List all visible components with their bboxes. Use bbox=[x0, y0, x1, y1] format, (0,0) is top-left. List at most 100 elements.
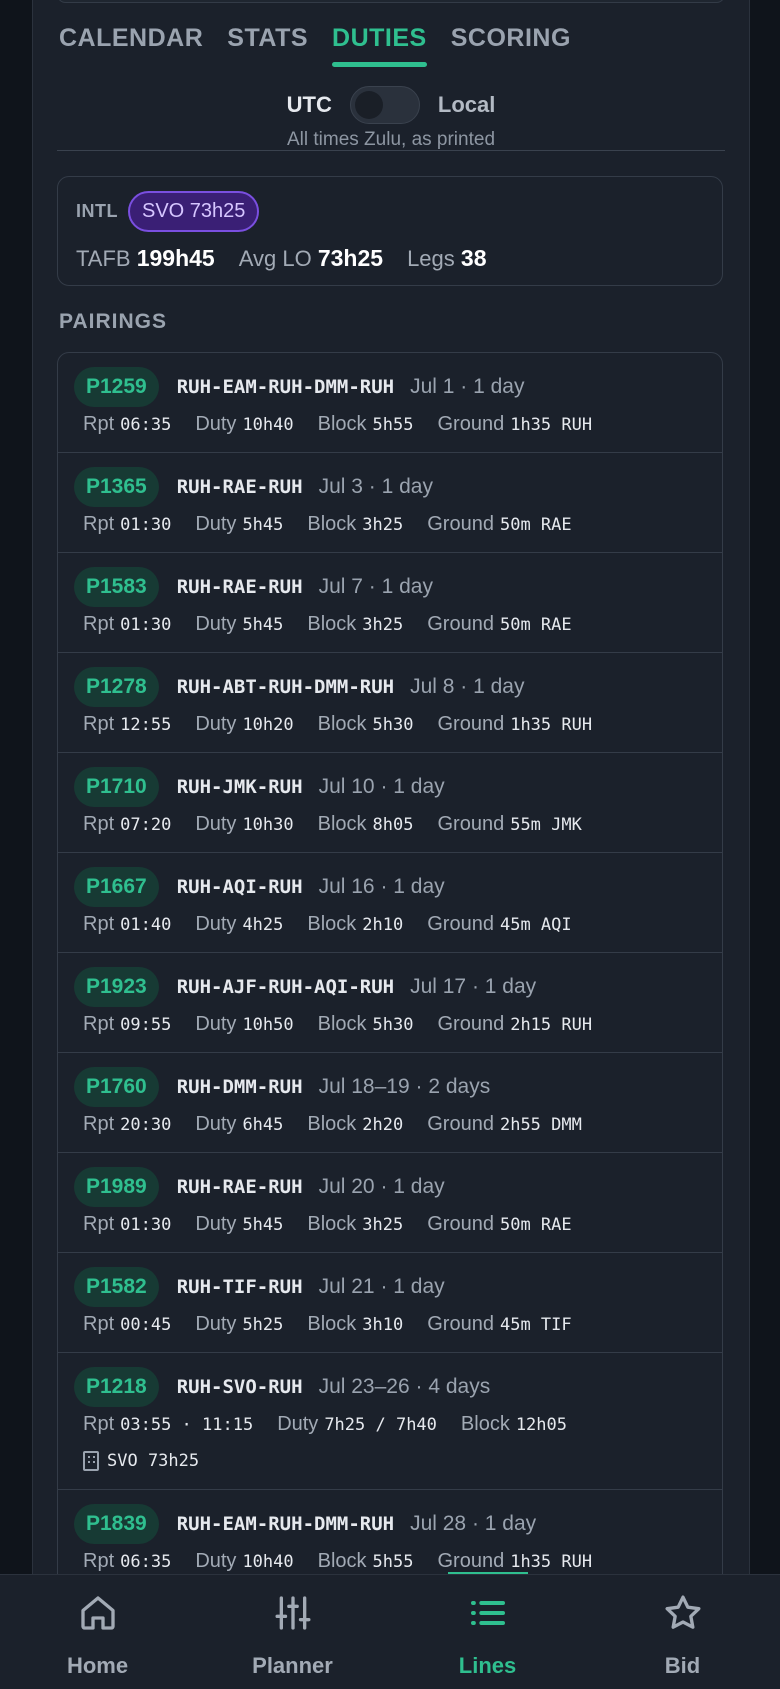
block-field: Block 3h25 bbox=[307, 613, 403, 636]
tab-bar: CALENDAR STATS DUTIES SCORING bbox=[59, 24, 595, 67]
block-label: Block bbox=[307, 1313, 357, 1335]
ground-field: Ground 45m TIF bbox=[427, 1313, 571, 1336]
ground-value: 1h35 RUH bbox=[510, 1552, 593, 1572]
pairing-row[interactable]: P1582 RUH-TIF-RUH Jul 21 · 1 day Rpt 00:4… bbox=[58, 1253, 722, 1353]
tafb-label: TAFB bbox=[76, 246, 131, 271]
pairing-id[interactable]: P1218 bbox=[74, 1367, 159, 1407]
block-label: Block bbox=[307, 1113, 357, 1135]
legs-value: 38 bbox=[460, 245, 487, 271]
pairing-id[interactable]: P1923 bbox=[74, 967, 159, 1007]
block-field: Block 5h30 bbox=[318, 713, 414, 736]
ground-label: Ground bbox=[427, 1213, 494, 1235]
tab-duties[interactable]: DUTIES bbox=[332, 24, 427, 67]
ground-value: 45m AQI bbox=[499, 915, 572, 935]
block-field: Block 12h05 bbox=[461, 1413, 567, 1436]
duty-value: 10h30 bbox=[242, 815, 294, 835]
duty-field: Duty 5h45 bbox=[195, 1213, 283, 1236]
duty-label: Duty bbox=[195, 713, 237, 735]
tab-stats[interactable]: STATS bbox=[227, 24, 308, 67]
block-label: Block bbox=[307, 913, 357, 935]
pairing-id[interactable]: P1839 bbox=[74, 1504, 159, 1544]
pairing-id[interactable]: P1365 bbox=[74, 467, 159, 507]
duty-value: 4h25 bbox=[242, 915, 284, 935]
nav-bid[interactable]: Bid bbox=[585, 1575, 780, 1689]
ground-label: Ground bbox=[437, 413, 505, 435]
pairing-row[interactable]: P1667 RUH-AQI-RUH Jul 16 · 1 day Rpt 01:4… bbox=[58, 853, 722, 953]
nav-lines[interactable]: Lines bbox=[390, 1575, 585, 1689]
pairing-id[interactable]: P1989 bbox=[74, 1167, 159, 1207]
duty-value: 10h50 bbox=[242, 1015, 294, 1035]
legs-stat: Legs 38 bbox=[407, 245, 486, 272]
nav-planner[interactable]: Planner bbox=[195, 1575, 390, 1689]
block-field: Block 2h10 bbox=[307, 913, 403, 936]
block-field: Block 3h25 bbox=[307, 1213, 403, 1236]
report-field: Rpt 01:30 bbox=[83, 613, 171, 636]
avglo-value: 73h25 bbox=[317, 245, 384, 271]
pairing-row[interactable]: P1583 RUH-RAE-RUH Jul 7 · 1 day Rpt 01:30… bbox=[58, 553, 722, 653]
pairing-row[interactable]: P1760 RUH-DMM-RUH Jul 18–19 · 2 days Rpt… bbox=[58, 1053, 722, 1153]
pairing-id[interactable]: P1667 bbox=[74, 867, 159, 907]
ground-label: Ground bbox=[427, 1313, 494, 1335]
duty-label: Duty bbox=[195, 1213, 237, 1235]
report-field: Rpt 06:35 bbox=[83, 1550, 171, 1573]
block-value: 3h25 bbox=[362, 1215, 404, 1235]
avglo-label: Avg LO bbox=[238, 246, 312, 271]
report-field: Rpt 03:55 · 11:15 bbox=[83, 1413, 253, 1436]
ground-label: Ground bbox=[427, 613, 494, 635]
duty-label: Duty bbox=[195, 813, 237, 835]
duty-field: Duty 6h45 bbox=[195, 1113, 283, 1136]
tab-scoring[interactable]: SCORING bbox=[451, 24, 571, 67]
pairing-id[interactable]: P1583 bbox=[74, 567, 159, 607]
ground-value: 1h35 RUH bbox=[510, 715, 593, 735]
ground-field: Ground 55m JMK bbox=[437, 813, 581, 836]
report-label: Rpt bbox=[83, 1213, 115, 1235]
pairing-row[interactable]: P1365 RUH-RAE-RUH Jul 3 · 1 day Rpt 01:30… bbox=[58, 453, 722, 553]
report-value: 20:30 bbox=[120, 1115, 172, 1135]
report-field: Rpt 01:30 bbox=[83, 513, 171, 536]
pairing-id[interactable]: P1710 bbox=[74, 767, 159, 807]
pairing-row[interactable]: P1710 RUH-JMK-RUH Jul 10 · 1 day Rpt 07:2… bbox=[58, 753, 722, 853]
intl-tag: INTL bbox=[76, 201, 118, 221]
report-field: Rpt 01:40 bbox=[83, 913, 171, 936]
pairing-id[interactable]: P1582 bbox=[74, 1267, 159, 1307]
block-value: 12h05 bbox=[515, 1415, 567, 1435]
block-value: 3h25 bbox=[362, 515, 404, 535]
pairing-id[interactable]: P1278 bbox=[74, 667, 159, 707]
nav-home[interactable]: Home bbox=[0, 1575, 195, 1689]
ground-field: Ground 50m RAE bbox=[427, 613, 571, 636]
block-value: 3h25 bbox=[362, 615, 404, 635]
duty-field: Duty 10h40 bbox=[195, 1550, 293, 1573]
summary-card: INTL SVO 73h25 TAFB 199h45 Avg LO 73h25 … bbox=[57, 176, 723, 286]
report-field: Rpt 01:30 bbox=[83, 1213, 171, 1236]
pairing-row[interactable]: P1259 RUH-EAM-RUH-DMM-RUH Jul 1 · 1 day … bbox=[58, 353, 722, 453]
pairing-row[interactable]: P1839 RUH-EAM-RUH-DMM-RUH Jul 28 · 1 day… bbox=[58, 1490, 722, 1574]
timezone-toggle[interactable] bbox=[349, 86, 420, 124]
block-field: Block 3h10 bbox=[307, 1313, 403, 1336]
pairing-row[interactable]: P1923 RUH-AJF-RUH-AQI-RUH Jul 17 · 1 day… bbox=[58, 953, 722, 1053]
report-label: Rpt bbox=[83, 413, 115, 435]
ground-label: Ground bbox=[427, 913, 494, 935]
pairing-row[interactable]: P1218 RUH-SVO-RUH Jul 23–26 · 4 days Rpt… bbox=[58, 1353, 722, 1490]
pairing-dates: Jul 28 · 1 day bbox=[410, 1512, 537, 1535]
pairing-id[interactable]: P1760 bbox=[74, 1067, 159, 1107]
pairing-row[interactable]: P1278 RUH-ABT-RUH-DMM-RUH Jul 8 · 1 day … bbox=[58, 653, 722, 753]
report-label: Rpt bbox=[83, 1313, 115, 1335]
pairing-row[interactable]: P1989 RUH-RAE-RUH Jul 20 · 1 day Rpt 01:3… bbox=[58, 1153, 722, 1253]
block-label: Block bbox=[317, 713, 367, 735]
pairing-route: RUH-DMM-RUH bbox=[176, 1076, 303, 1098]
duty-field: Duty 5h45 bbox=[195, 513, 283, 536]
report-value: 12:55 bbox=[120, 715, 172, 735]
tab-calendar[interactable]: CALENDAR bbox=[59, 24, 203, 67]
duty-value: 5h25 bbox=[242, 1315, 284, 1335]
pairing-dates: Jul 23–26 · 4 days bbox=[318, 1375, 491, 1398]
block-label: Block bbox=[317, 1550, 367, 1572]
block-value: 8h05 bbox=[372, 815, 414, 835]
ground-field: Ground 50m RAE bbox=[427, 513, 571, 536]
duty-label: Duty bbox=[195, 513, 237, 535]
ground-value: 50m RAE bbox=[499, 1215, 572, 1235]
block-label: Block bbox=[317, 1013, 367, 1035]
ground-field: Ground 1h35 RUH bbox=[437, 413, 592, 436]
pairing-id[interactable]: P1259 bbox=[74, 367, 159, 407]
pairing-dates: Jul 10 · 1 day bbox=[318, 775, 445, 798]
ground-field: Ground 2h15 RUH bbox=[437, 1013, 592, 1036]
